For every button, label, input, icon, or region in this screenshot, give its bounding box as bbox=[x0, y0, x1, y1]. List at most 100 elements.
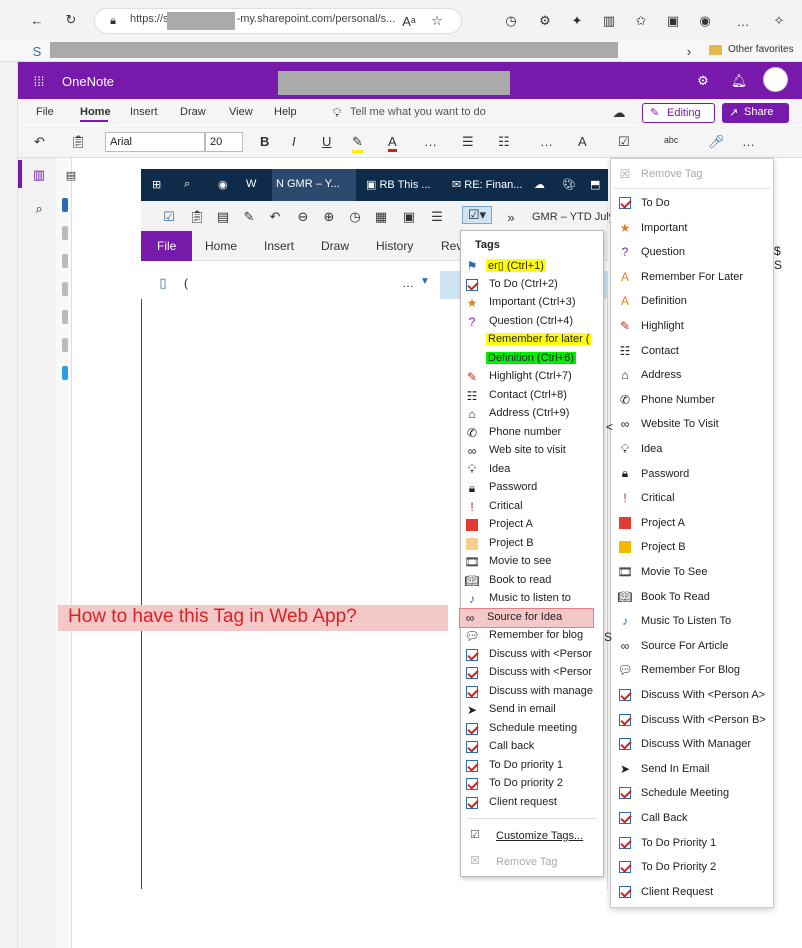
tag-menu-item[interactable]: ♪ Music to listen to bbox=[462, 590, 602, 608]
notebooks-icon[interactable]: ▥ bbox=[30, 166, 48, 184]
app-icon[interactable]: ⬒ bbox=[590, 169, 600, 201]
tag-menu-item[interactable]: To Do priority 2 bbox=[462, 775, 602, 793]
web-tag-item[interactable]: A Remember For Later bbox=[612, 266, 772, 288]
italic-icon[interactable]: I bbox=[292, 134, 296, 149]
tag-menu-item[interactable]: 🔒︎ Password bbox=[462, 479, 602, 497]
tag-menu-item[interactable]: Discuss with <Persor bbox=[462, 646, 602, 664]
tag-menu-item[interactable]: To Do (Ctrl+2) bbox=[462, 276, 602, 294]
word-icon[interactable]: W bbox=[246, 169, 256, 201]
web-remove-tag[interactable]: ☒ Remove Tag bbox=[612, 163, 772, 185]
forward-icon[interactable]: ⊕ bbox=[320, 208, 338, 226]
web-tag-item[interactable]: 📖︎ Book To Read bbox=[612, 586, 772, 608]
chevron-right-icon[interactable]: › bbox=[680, 42, 698, 60]
customize-tags-item[interactable]: Customize Tags... bbox=[496, 830, 583, 842]
tag-menu-item[interactable]: ⚑ er▯ (Ctrl+1) bbox=[462, 257, 602, 275]
section-marker[interactable] bbox=[62, 310, 68, 324]
calendar-icon[interactable]: ▦ bbox=[372, 208, 390, 226]
taskbar-item-email[interactable]: ✉ RE: Finan... bbox=[448, 169, 522, 201]
overflow-chevron-icon[interactable]: » bbox=[502, 208, 520, 226]
onedrive-icon[interactable]: ☁ bbox=[534, 169, 545, 201]
tag-menu-item[interactable]: Definition (Ctrl+6) bbox=[462, 350, 602, 368]
highlight-color-icon[interactable]: ✎ bbox=[352, 134, 363, 153]
tag-menu-item[interactable]: 📖︎ Book to read bbox=[462, 572, 602, 590]
font-name-select[interactable]: Arial bbox=[105, 132, 205, 152]
format-painter-icon[interactable]: ✎ bbox=[240, 208, 258, 226]
underline-icon[interactable]: U bbox=[322, 134, 331, 149]
tag-menu-item[interactable]: ? Question (Ctrl+4) bbox=[462, 313, 602, 331]
other-favorites[interactable]: Other favorites bbox=[728, 44, 794, 55]
more-format-icon[interactable]: … bbox=[424, 134, 437, 149]
tab-draw[interactable]: Draw bbox=[180, 106, 206, 118]
web-tag-item[interactable]: ∞ Website To Visit bbox=[612, 413, 772, 435]
tag-menu-item[interactable]: ✎ Highlight (Ctrl+7) bbox=[462, 368, 602, 386]
paint-icon[interactable]: 🎨︎ bbox=[562, 169, 576, 201]
favorite-star-icon[interactable]: ☆ bbox=[428, 12, 446, 30]
clipboard-icon[interactable]: 📋︎ bbox=[70, 134, 87, 150]
web-tag-item[interactable]: ⌂ Address bbox=[612, 364, 772, 386]
tag-menu-item[interactable]: Client request bbox=[462, 794, 602, 812]
settings-gear-icon[interactable]: ⚙ bbox=[694, 72, 712, 90]
tag-menu-item[interactable]: To Do priority 1 bbox=[462, 757, 602, 775]
tag-menu-item[interactable]: ∞ Source for Idea bbox=[459, 607, 594, 628]
web-tag-item[interactable]: ∞ Source For Article bbox=[612, 635, 772, 657]
section-marker[interactable] bbox=[62, 366, 68, 380]
web-tag-item[interactable]: To Do bbox=[612, 192, 772, 214]
page-icon[interactable]: ▤ bbox=[62, 166, 80, 184]
back-icon[interactable]: ← bbox=[28, 11, 46, 29]
web-tag-item[interactable]: Project A bbox=[612, 512, 772, 534]
section-marker[interactable] bbox=[62, 338, 68, 352]
web-tag-item[interactable]: To Do Priority 2 bbox=[612, 856, 772, 878]
bullets-icon[interactable]: ☰ bbox=[428, 208, 446, 226]
extension-icon[interactable]: ⚙ bbox=[536, 12, 554, 30]
menu-icon[interactable]: … bbox=[734, 12, 752, 30]
tag-menu-item[interactable]: ∞ Web site to visit bbox=[462, 442, 602, 460]
web-tag-item[interactable]: Discuss With <Person B> bbox=[612, 709, 772, 731]
tag-menu-item[interactable]: Call back bbox=[462, 738, 602, 756]
section-marker[interactable] bbox=[62, 226, 68, 240]
puzzle-icon[interactable]: ✦ bbox=[568, 12, 586, 30]
tag-menu-item[interactable]: 💬︎ Remember for blog bbox=[462, 627, 602, 645]
chrome-icon[interactable]: ◉ bbox=[218, 169, 228, 201]
tag-menu-item[interactable]: Discuss with manage bbox=[462, 683, 602, 701]
web-tag-item[interactable]: ✎ Highlight bbox=[612, 315, 772, 337]
web-tag-item[interactable]: Schedule Meeting bbox=[612, 782, 772, 804]
web-tag-item[interactable]: Discuss With Manager bbox=[612, 733, 772, 755]
tab-file[interactable]: File bbox=[141, 231, 192, 261]
styles-icon[interactable]: A bbox=[578, 134, 587, 149]
tag-menu-item[interactable]: ☷ Contact (Ctrl+8) bbox=[462, 387, 602, 405]
sync-icon[interactable]: ☁ bbox=[610, 104, 628, 122]
web-tag-item[interactable]: A Definition bbox=[612, 290, 772, 312]
remove-tag-item[interactable]: Remove Tag bbox=[496, 856, 558, 868]
tab-draw[interactable]: Draw bbox=[321, 239, 349, 253]
tag-menu-item[interactable]: 💡︎ Idea bbox=[462, 461, 602, 479]
tab-home[interactable]: Home bbox=[205, 239, 237, 253]
taskbar-item-rb[interactable]: ▣ RB This ... bbox=[362, 169, 431, 201]
tab-insert[interactable]: Insert bbox=[264, 239, 294, 253]
dictate-icon[interactable]: 🎤︎ bbox=[708, 134, 725, 150]
web-tag-item[interactable]: 💬︎ Remember For Blog bbox=[612, 659, 772, 681]
tag-menu-item[interactable]: ✆ Phone number bbox=[462, 424, 602, 442]
web-tag-item[interactable]: 🎞︎ Movie To See bbox=[612, 561, 772, 583]
sharepoint-icon[interactable]: S bbox=[28, 42, 46, 60]
tag-menu-item[interactable]: ! Critical bbox=[462, 498, 602, 516]
more-list-icon[interactable]: … bbox=[540, 134, 553, 149]
tab-insert[interactable]: Insert bbox=[130, 106, 158, 118]
read-aloud-icon[interactable]: Aᵃ bbox=[400, 12, 418, 30]
tab-file[interactable]: File bbox=[36, 106, 54, 118]
tag-menu-item[interactable]: ★ Important (Ctrl+3) bbox=[462, 294, 602, 312]
split-screen-icon[interactable]: ▥ bbox=[600, 12, 618, 30]
web-tag-item[interactable]: Project B bbox=[612, 536, 772, 558]
tag-menu-item[interactable]: Remember for later ( bbox=[462, 331, 602, 349]
web-tag-item[interactable]: ☷ Contact bbox=[612, 340, 772, 362]
tag-menu-item[interactable]: ➤ Send in email bbox=[462, 701, 602, 719]
numbering-icon[interactable]: ☷ bbox=[498, 134, 510, 150]
web-tag-item[interactable]: 💡︎ Idea bbox=[612, 438, 772, 460]
windows-start-icon[interactable]: ⊞ bbox=[152, 169, 161, 201]
copilot-icon[interactable]: ✧ bbox=[770, 12, 788, 30]
tab-view[interactable]: View bbox=[229, 106, 253, 118]
clipboard-icon[interactable]: 📋︎ bbox=[188, 208, 206, 226]
screen-clip-icon[interactable]: ▣ bbox=[400, 208, 418, 226]
taskbar-item-onenote[interactable]: N GMR – Y... bbox=[272, 169, 356, 201]
bullets-icon[interactable]: ☰ bbox=[462, 134, 474, 150]
web-tag-item[interactable]: To Do Priority 1 bbox=[612, 832, 772, 854]
